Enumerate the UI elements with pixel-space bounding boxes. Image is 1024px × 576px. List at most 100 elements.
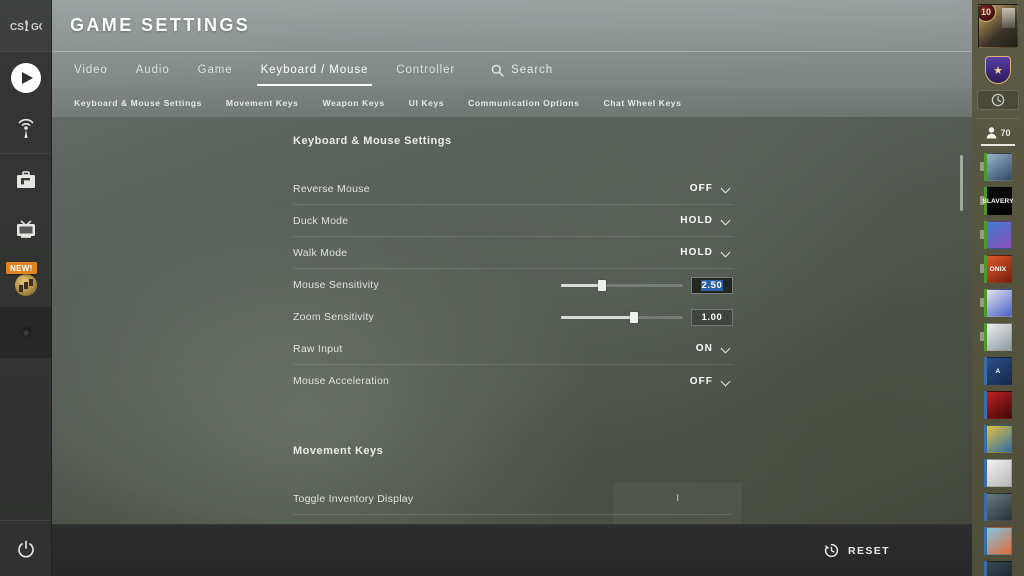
rank-medal-shield-icon[interactable] bbox=[985, 56, 1011, 84]
friend-avatar-label bbox=[985, 154, 1011, 180]
setting-row-reverse-mouse: Reverse Mouse OFF bbox=[293, 173, 733, 205]
slider-knob[interactable] bbox=[630, 311, 639, 323]
settings-rows-keyboard-mouse: Reverse Mouse OFF Duck Mode HOLD Walk Mo… bbox=[293, 173, 733, 397]
new-badge: NEW! bbox=[6, 262, 37, 274]
dropdown-mouse-acceleration[interactable]: OFF bbox=[690, 376, 733, 387]
friend-avatar[interactable]: ONIX bbox=[980, 255, 1012, 283]
section-title-keyboard-mouse-settings: Keyboard & Mouse Settings bbox=[293, 135, 452, 147]
subtab-movement-keys[interactable]: Movement Keys bbox=[214, 98, 311, 108]
chevron-down-icon bbox=[722, 377, 731, 386]
power-icon bbox=[18, 540, 34, 558]
broadcast-antenna-icon bbox=[17, 118, 34, 138]
friend-avatar[interactable]: SLAVERY bbox=[980, 187, 1014, 215]
friend-avatar[interactable] bbox=[984, 527, 1012, 555]
friend-avatar[interactable] bbox=[984, 391, 1012, 419]
svg-text:GO: GO bbox=[31, 22, 42, 33]
slider-knob[interactable] bbox=[598, 279, 607, 291]
left-sidebar: CS GO bbox=[0, 0, 52, 576]
chevron-down-icon bbox=[722, 344, 731, 353]
input-mouse-sensitivity[interactable]: 2.50 bbox=[691, 276, 733, 294]
friend-avatar[interactable] bbox=[984, 425, 1012, 453]
search-label: Search bbox=[511, 64, 553, 76]
slider-fill bbox=[561, 315, 635, 319]
friend-avatar[interactable]: A bbox=[984, 357, 1012, 385]
profile-avatar-card[interactable]: 10 bbox=[978, 4, 1018, 48]
search-button[interactable]: Search bbox=[491, 52, 553, 88]
friend-avatar-label: ONIX bbox=[989, 265, 1007, 273]
friend-avatar-label bbox=[985, 528, 1011, 554]
setting-row-toggle-inventory-display: Toggle Inventory Display I bbox=[293, 483, 733, 515]
friend-avatar[interactable] bbox=[980, 289, 1012, 317]
sidebar-item-watch-live[interactable] bbox=[0, 103, 51, 154]
right-rail: 10 70 SLAVERY ONIX bbox=[972, 0, 1024, 576]
friend-avatar-label bbox=[985, 494, 1011, 520]
reset-button[interactable]: RESET bbox=[824, 543, 890, 558]
input-value: 2.50 bbox=[700, 279, 724, 291]
content-scrollbar[interactable] bbox=[960, 155, 963, 211]
dropdown-value: HOLD bbox=[680, 247, 713, 258]
bottom-bar: RESET bbox=[52, 524, 972, 576]
dropdown-value: ON bbox=[695, 343, 713, 354]
setting-row-walk-mode: Walk Mode HOLD bbox=[293, 237, 733, 269]
dropdown-reverse-mouse[interactable]: OFF bbox=[690, 183, 733, 194]
setting-row-zoom-sensitivity: Zoom Sensitivity 1.00 bbox=[293, 301, 733, 333]
friend-avatar[interactable] bbox=[984, 493, 1012, 521]
friend-avatar-label bbox=[985, 460, 1011, 486]
keybind-move-forward[interactable]: W bbox=[614, 515, 742, 525]
tab-video[interactable]: Video bbox=[60, 52, 122, 88]
setting-label: Duck Mode bbox=[293, 214, 349, 227]
setting-row-mouse-acceleration: Mouse Acceleration OFF bbox=[293, 365, 733, 397]
subtab-keyboard-mouse-settings[interactable]: Keyboard & Mouse Settings bbox=[62, 98, 214, 108]
tab-keyboard-mouse[interactable]: Keyboard / Mouse bbox=[247, 52, 383, 88]
sidebar-item-stats[interactable]: NEW! bbox=[0, 256, 51, 307]
chevron-down-icon bbox=[722, 184, 731, 193]
input-value: 1.00 bbox=[701, 311, 723, 323]
friend-avatar[interactable] bbox=[980, 323, 1012, 351]
settings-content: Keyboard & Mouse Settings Reverse Mouse … bbox=[52, 117, 972, 524]
setting-row-duck-mode: Duck Mode HOLD bbox=[293, 205, 733, 237]
sidebar-item-inventory[interactable] bbox=[0, 154, 51, 205]
sidebar-item-power[interactable] bbox=[0, 520, 52, 576]
subtab-chat-wheel-keys[interactable]: Chat Wheel Keys bbox=[591, 98, 693, 108]
clock-button[interactable] bbox=[977, 90, 1019, 110]
settings-rows-movement-keys: Toggle Inventory Display I Move Forward … bbox=[293, 483, 742, 524]
input-zoom-sensitivity[interactable]: 1.00 bbox=[691, 308, 733, 326]
slider-mouse-sensitivity[interactable] bbox=[561, 279, 683, 291]
friend-avatar-label bbox=[985, 222, 1011, 248]
friend-avatar[interactable] bbox=[984, 561, 1012, 576]
dropdown-value: OFF bbox=[689, 375, 713, 387]
csgo-logo-icon[interactable]: CS GO bbox=[0, 0, 51, 52]
friend-avatar[interactable] bbox=[984, 459, 1012, 487]
dropdown-duck-mode[interactable]: HOLD bbox=[680, 215, 733, 226]
subtab-ui-keys[interactable]: UI Keys bbox=[397, 98, 456, 108]
subtab-communication-options[interactable]: Communication Options bbox=[456, 98, 591, 108]
setting-row-move-forward: Move Forward W bbox=[293, 515, 733, 524]
setting-label: Zoom Sensitivity bbox=[293, 311, 375, 323]
setting-label: Walk Mode bbox=[293, 246, 348, 259]
dropdown-walk-mode[interactable]: HOLD bbox=[680, 247, 733, 258]
clock-icon bbox=[991, 93, 1005, 107]
tab-controller[interactable]: Controller bbox=[382, 52, 469, 88]
sidebar-item-play[interactable] bbox=[0, 52, 51, 103]
tv-icon bbox=[16, 219, 35, 238]
setting-label: Raw Input bbox=[293, 342, 343, 355]
slider-zoom-sensitivity[interactable] bbox=[561, 311, 683, 323]
sidebar-item-settings[interactable] bbox=[0, 307, 51, 358]
setting-label: Reverse Mouse bbox=[293, 182, 370, 195]
friends-count[interactable]: 70 bbox=[985, 126, 1011, 139]
friend-avatar[interactable] bbox=[980, 221, 1012, 249]
friend-avatar-label bbox=[985, 562, 1011, 576]
friend-avatar[interactable] bbox=[980, 153, 1012, 181]
page-header: GAME SETTINGS bbox=[52, 0, 972, 52]
dropdown-raw-input[interactable]: ON bbox=[696, 343, 733, 354]
tab-game[interactable]: Game bbox=[184, 52, 247, 88]
page-title: GAME SETTINGS bbox=[70, 15, 251, 35]
sidebar-item-watch[interactable] bbox=[0, 205, 51, 256]
chevron-down-icon bbox=[722, 216, 731, 225]
subtab-weapon-keys[interactable]: Weapon Keys bbox=[310, 98, 396, 108]
friends-list-divider bbox=[981, 144, 1015, 146]
setting-label: Mouse Acceleration bbox=[293, 375, 390, 387]
keybind-toggle-inventory-display[interactable]: I bbox=[614, 483, 742, 515]
tab-audio[interactable]: Audio bbox=[122, 52, 184, 88]
settings-tabbar: Video Audio Game Keyboard / Mouse Contro… bbox=[52, 52, 972, 88]
